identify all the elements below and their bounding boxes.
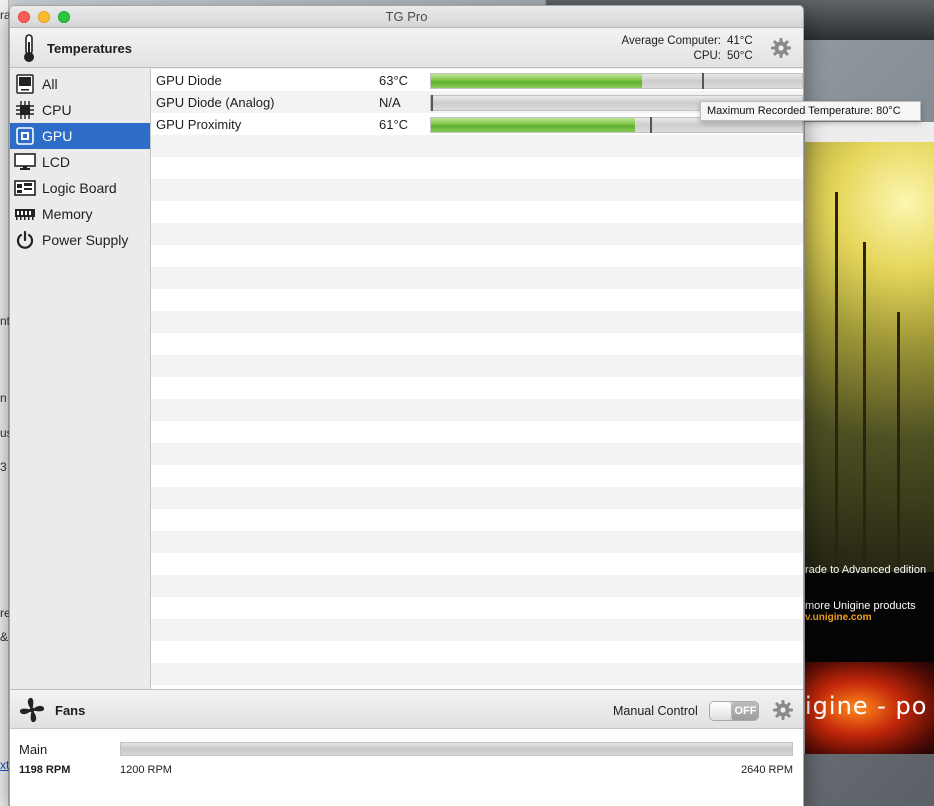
toggle-state-label: OFF [732,702,758,720]
fan-current-rpm: 1198 RPM [19,764,71,776]
sensor-category-sidebar: All CPU GPU LCD Logic Board Memory Power… [10,69,151,689]
toggle-knob [710,702,732,720]
sidebar-item-label: GPU [42,128,73,144]
background-banner-text: igine - po [805,692,928,720]
fan-icon [19,697,45,723]
sensor-name: GPU Proximity [156,116,242,132]
sidebar-item-label: CPU [42,102,72,118]
sensor-row[interactable]: GPU Diode 63°C [151,69,803,91]
max-temperature-marker [701,73,704,89]
average-computer-value: 41°C [727,35,753,47]
temperature-bar[interactable] [430,73,803,89]
background-text-fragment: 3 [0,460,7,474]
sidebar-item-label: Power Supply [42,232,129,248]
computer-icon [14,73,36,95]
background-text-fragment: & [0,630,9,644]
sidebar-item-label: All [42,76,58,92]
sensor-value: 61°C [379,116,409,132]
sensor-value: 63°C [379,72,409,88]
sidebar-item-power-supply[interactable]: Power Supply [10,227,150,253]
fans-header: Fans Manual Control OFF [10,689,803,729]
manual-control-toggle[interactable]: OFF [709,701,759,721]
temperature-bar-fill [431,118,636,132]
background-text-fragment: xt [0,758,10,772]
memory-icon [14,203,36,225]
average-temperature-summary: Average Computer: 41°C CPU: 50°C [621,34,755,64]
thermometer-icon [24,34,34,62]
temperature-bar-fill [431,74,643,88]
average-computer-label: Average Computer: [621,35,721,47]
sidebar-item-label: Memory [42,206,93,222]
fans-title: Fans [55,703,86,718]
close-window-button[interactable] [18,11,30,23]
sidebar-item-label: LCD [42,154,71,170]
cpu-average-label: CPU: [693,50,721,62]
window-title: TG Pro [385,9,428,24]
background-window-left: ra nt n us 3 re & xt [0,0,13,806]
monitor-icon [14,151,36,173]
background-text-fragment: n [0,391,7,405]
fan-speed-bar [120,742,793,756]
temperatures-header: Temperatures Average Computer: 41°C CPU:… [10,28,803,68]
zoom-window-button[interactable] [58,11,70,23]
max-temperature-marker [649,117,652,133]
fan-name: Main [19,742,48,757]
temperatures-title: Temperatures [47,41,133,56]
max-temperature-marker [431,95,433,111]
temperatures-settings-gear-icon[interactable] [770,37,792,59]
max-temperature-tooltip: Maximum Recorded Temperature: 80°C [700,101,921,121]
tg-pro-window: TG Pro Temperatures Average Computer: 41… [9,5,804,806]
power-icon [14,229,36,251]
fan-min-rpm: 1200 RPM [120,764,172,776]
sensor-name: GPU Diode (Analog) [156,94,275,110]
background-promo-band: rade to Advanced edition more Unigine pr… [805,564,934,662]
gpu-chip-icon [14,125,36,147]
background-promo-link: v.unigine.com [805,612,872,623]
sidebar-item-all[interactable]: All [10,71,150,97]
sidebar-item-logic-board[interactable]: Logic Board [10,175,150,201]
background-promo-line2: more Unigine products [805,600,916,612]
cpu-chip-icon [14,99,36,121]
minimize-window-button[interactable] [38,11,50,23]
background-banner: igine - po [805,662,934,754]
manual-control-label: Manual Control [613,704,698,718]
background-window-unigine: rade to Advanced edition more Unigine pr… [804,122,934,754]
fan-max-rpm: 2640 RPM [741,764,793,776]
background-scene-image [805,142,934,572]
fans-list: Main 1198 RPM 1200 RPM 2640 RPM [10,729,803,806]
sidebar-item-cpu[interactable]: CPU [10,97,150,123]
logic-board-icon [14,177,36,199]
cpu-average-value: 50°C [727,50,753,62]
sidebar-item-memory[interactable]: Memory [10,201,150,227]
title-bar[interactable]: TG Pro [10,6,803,28]
background-promo-line1: rade to Advanced edition [805,564,927,576]
fans-settings-gear-icon[interactable] [772,699,794,721]
sidebar-item-lcd[interactable]: LCD [10,149,150,175]
sensor-list: GPU Diode 63°C GPU Diode (Analog) N/A GP… [151,69,803,689]
sensor-value: N/A [379,94,401,110]
sidebar-item-gpu[interactable]: GPU [10,123,150,149]
sensor-name: GPU Diode [156,72,222,88]
sidebar-item-label: Logic Board [42,180,117,196]
